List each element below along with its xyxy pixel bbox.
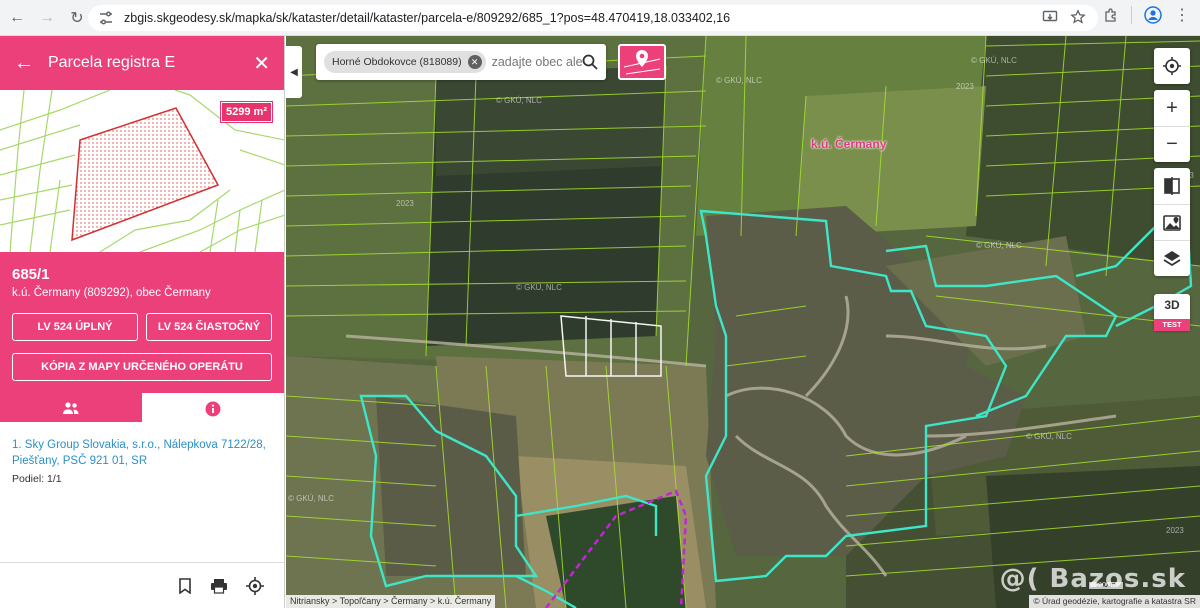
zoom-control: + − bbox=[1154, 90, 1190, 162]
copy-map-button[interactable]: KÓPIA Z MAPY URČENÉHO OPERÁTU bbox=[12, 353, 272, 381]
map-gku-label: © GKÚ, NLC bbox=[971, 56, 1017, 65]
panel-title: Parcela registra E bbox=[48, 54, 176, 71]
owner-link[interactable]: 1. Sky Group Slovakia, s.r.o., Nálepkova… bbox=[12, 437, 272, 469]
people-icon bbox=[63, 401, 79, 414]
map-photo-icon[interactable] bbox=[1154, 204, 1190, 240]
location-breadcrumb[interactable]: Nitriansky > Topoľčany > Čermany > k.ú. … bbox=[286, 595, 496, 608]
map-pin-icon bbox=[623, 50, 661, 75]
reload-icon[interactable]: ↻ bbox=[64, 5, 90, 31]
panel-header: ← Parcela registra E ✕ bbox=[0, 36, 284, 90]
bookmark-star-icon[interactable] bbox=[1070, 9, 1086, 25]
aerial-map-imagery bbox=[286, 36, 1200, 608]
map-year-label: 2023 bbox=[396, 199, 414, 208]
map-gku-label: © GKÚ, NLC bbox=[716, 76, 762, 85]
profile-avatar-icon[interactable] bbox=[1144, 6, 1162, 24]
owners-list: 1. Sky Group Slovakia, s.r.o., Nálepkova… bbox=[0, 425, 284, 497]
parcel-thumbnail: 5299 m² bbox=[0, 90, 284, 252]
map-year-label: 2023 bbox=[1166, 526, 1184, 535]
panel-tabs bbox=[0, 393, 284, 425]
map-year-label: 2023 bbox=[956, 82, 974, 91]
zoom-out-button[interactable]: − bbox=[1154, 126, 1190, 162]
search-input[interactable]: zadajte obec alebo bbox=[492, 55, 582, 69]
info-icon bbox=[205, 401, 221, 417]
search-icon[interactable] bbox=[582, 54, 598, 70]
parcel-detail-panel: ← Parcela registra E ✕ 5299 m² 685/1 k.ú… bbox=[0, 36, 285, 608]
divider bbox=[1131, 6, 1132, 24]
owner-share: Podiel: 1/1 bbox=[12, 473, 62, 485]
address-bar[interactable]: zbgis.skgeodesy.sk/mapka/sk/kataster/det… bbox=[88, 5, 1098, 31]
browser-toolbar: ← → ↻ zbgis.skgeodesy.sk/mapka/sk/katast… bbox=[0, 0, 1200, 36]
tab-info[interactable] bbox=[142, 393, 284, 425]
map-gku-label: © GKÚ, NLC bbox=[976, 241, 1022, 250]
parcel-info: 685/1 k.ú. Čermany (809292), obec Čerman… bbox=[0, 252, 284, 425]
map-gku-label: © GKÚ, NLC bbox=[516, 283, 562, 292]
parcel-location: k.ú. Čermany (809292), obec Čermany bbox=[12, 287, 211, 299]
back-icon[interactable]: ← bbox=[4, 5, 30, 31]
panel-actions bbox=[0, 562, 284, 608]
layers-icon[interactable] bbox=[1154, 240, 1190, 276]
bookmark-icon[interactable] bbox=[178, 577, 192, 594]
chip-label: Horné Obdokovce (818089) bbox=[332, 56, 462, 68]
site-settings-icon[interactable] bbox=[98, 10, 114, 26]
chip-remove-icon[interactable]: ✕ bbox=[467, 55, 482, 69]
locate-control bbox=[1154, 48, 1190, 84]
forward-icon[interactable]: → bbox=[34, 5, 60, 31]
parcel-pin-button[interactable] bbox=[618, 44, 666, 80]
map-view[interactable]: © GKÚ, NLC © GKÚ, NLC © GKÚ, NLC © GKÚ, … bbox=[286, 36, 1200, 608]
map-gku-label: © GKÚ, NLC bbox=[288, 494, 334, 503]
lv-full-button[interactable]: LV 524 ÚPLNÝ bbox=[12, 313, 138, 341]
location-chip[interactable]: Horné Obdokovce (818089) ✕ bbox=[324, 51, 486, 73]
map-mode-controls bbox=[1154, 168, 1190, 276]
lv-partial-button[interactable]: LV 524 ČIASTOČNÝ bbox=[146, 313, 272, 341]
parcel-number: 685/1 bbox=[12, 266, 50, 283]
collapse-panel-button[interactable]: ◀ bbox=[286, 46, 302, 98]
extensions-icon[interactable] bbox=[1103, 7, 1119, 23]
my-location-icon[interactable] bbox=[1154, 48, 1190, 84]
area-badge: 5299 m² bbox=[221, 102, 272, 122]
url-text: zbgis.skgeodesy.sk/mapka/sk/kataster/det… bbox=[124, 11, 731, 25]
close-icon[interactable]: ✕ bbox=[253, 51, 270, 76]
back-arrow-icon[interactable]: ← bbox=[14, 52, 48, 75]
tab-owners[interactable] bbox=[0, 393, 142, 425]
map-gku-label: © GKÚ, NLC bbox=[1026, 432, 1072, 441]
install-app-icon[interactable] bbox=[1042, 9, 1058, 25]
test-badge: TEST bbox=[1154, 319, 1190, 331]
map-attribution: © Úrad geodézie, kartografie a katastra … bbox=[1029, 595, 1200, 608]
cadastre-label: k.ú. Čermany bbox=[811, 137, 887, 151]
zoom-in-button[interactable]: + bbox=[1154, 90, 1190, 126]
print-icon[interactable] bbox=[210, 578, 228, 594]
locate-target-icon[interactable] bbox=[246, 576, 264, 595]
watermark: @( Bazos.sk bbox=[999, 564, 1186, 594]
map-gku-label: © GKÚ, NLC bbox=[496, 96, 542, 105]
map-search-box[interactable]: Horné Obdokovce (818089) ✕ zadajte obec … bbox=[316, 44, 606, 80]
compare-view-icon[interactable] bbox=[1154, 168, 1190, 204]
browser-menu-icon[interactable]: ⋮ bbox=[1174, 5, 1190, 25]
